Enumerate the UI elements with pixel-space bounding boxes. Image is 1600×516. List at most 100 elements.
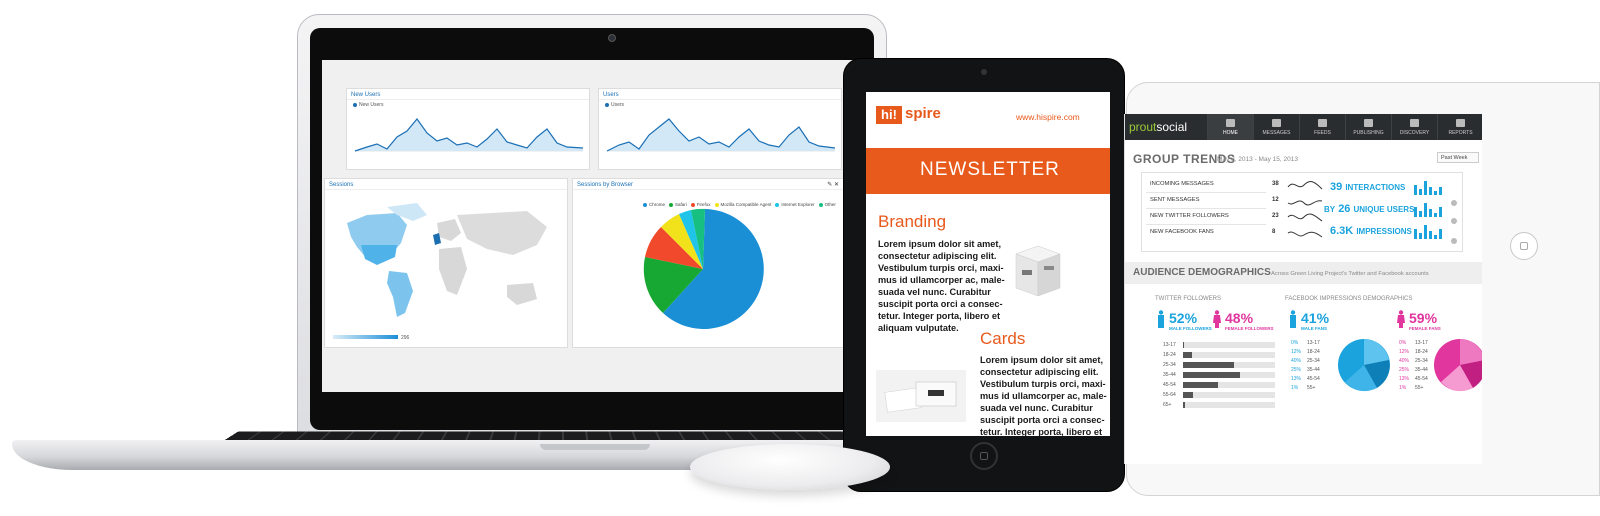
nav-tab-discovery[interactable]: DISCOVERY: [1391, 114, 1437, 140]
age-range: 25-34: [1307, 358, 1320, 364]
trend-row-label: SENT MESSAGES: [1150, 197, 1200, 203]
female-icon: [1213, 310, 1221, 328]
age-range: 18-24: [1415, 349, 1428, 355]
nav-tab-feeds[interactable]: FEEDS: [1299, 114, 1345, 140]
age-percent: 25%: [1399, 367, 1410, 373]
map-scale-label: 296: [401, 335, 410, 341]
age-percent: 13%: [1291, 376, 1302, 382]
cards-paragraph: Lorem ipsum dolor sit amet, consectetur …: [980, 355, 1107, 436]
audience-demographics-title: AUDIENCE DEMOGRAPHICS: [1133, 267, 1271, 278]
twitter-female-label: FEMALE FOLLOWERS: [1225, 326, 1274, 331]
messages-icon: [1272, 119, 1281, 127]
info-icon[interactable]: [1451, 200, 1457, 206]
age-percent: 25%: [1291, 367, 1302, 373]
divider: [1146, 208, 1266, 209]
age-bar-fill: [1183, 342, 1184, 348]
sprout-logo: proutsocial: [1129, 120, 1188, 134]
age-percent: 1%: [1291, 385, 1299, 391]
facebook-male-percent: 41%: [1301, 310, 1330, 326]
users-line-chart: [606, 118, 836, 152]
male-icon: [1158, 310, 1164, 328]
info-icon[interactable]: [1451, 218, 1457, 224]
age-group-label: 65+: [1163, 402, 1172, 408]
trend-row-value: 12: [1272, 197, 1279, 203]
facebook-female-percent: 59%: [1409, 310, 1438, 326]
age-range: 35-44: [1415, 367, 1428, 373]
facebook-male-label: MALE FANS: [1301, 326, 1328, 331]
twitter-female-percent: 48%: [1225, 310, 1254, 326]
age-range: 45-54: [1415, 376, 1428, 382]
age-group-label: 13-17: [1163, 342, 1176, 348]
panel-title: New Users: [347, 89, 589, 100]
stat-bar-sparklines: [1414, 181, 1442, 239]
branding-paragraph: Lorem ipsum dolor sit amet, consectetur …: [878, 239, 1005, 333]
hispire-logo-text: spire: [905, 105, 941, 122]
twitter-followers-label: TWITTER FOLLOWERS: [1155, 296, 1221, 302]
tablet-camera-icon: [981, 69, 987, 75]
home-square-icon: [1520, 242, 1528, 250]
twitter-male-percent: 52%: [1169, 310, 1198, 326]
divider: [1146, 224, 1266, 225]
age-group-label: 25-34: [1163, 362, 1176, 368]
sessions-map-panel: Sessions 296: [324, 178, 568, 348]
period-select[interactable]: Past Week: [1437, 152, 1479, 163]
branding-box-image: [1015, 245, 1061, 297]
info-icon[interactable]: [1451, 238, 1457, 244]
age-percent: 12%: [1399, 349, 1410, 355]
hispire-logo-mark: hi!: [876, 106, 902, 124]
age-group-label: 18-24: [1163, 352, 1176, 358]
discovery-icon: [1410, 119, 1419, 127]
age-range: 13-17: [1307, 340, 1320, 346]
laptop-screen: New Users New Users Users Users Sessions: [322, 60, 862, 392]
age-bar-fill: [1183, 372, 1241, 378]
nav-tab-home[interactable]: HOME: [1207, 114, 1253, 140]
sprout-nav-bar: proutsocial HOME MESSAGES FEEDS PUBLISHI…: [1125, 114, 1482, 140]
age-bar-fill: [1183, 382, 1218, 388]
age-group-label: 55-64: [1163, 392, 1176, 398]
new-users-panel: New Users New Users: [346, 88, 590, 170]
age-percent: 40%: [1291, 358, 1302, 364]
sprout-social-screen: proutsocial HOME MESSAGES FEEDS PUBLISHI…: [1124, 114, 1482, 464]
age-range: 13-17: [1415, 340, 1428, 346]
twitter-male-label: MALE FOLLOWERS: [1169, 326, 1212, 331]
panel-title: Sessions by Browser: [573, 179, 843, 190]
unique-users-stat: BY 26 UNIQUE USERS: [1324, 203, 1415, 215]
nav-tab-messages[interactable]: MESSAGES: [1253, 114, 1299, 140]
age-group-label: 35-44: [1163, 372, 1176, 378]
impressions-stat: 6.3K IMPRESSIONS: [1330, 225, 1412, 237]
age-percent: 1%: [1399, 385, 1407, 391]
hispire-url-link[interactable]: www.hispire.com: [1016, 112, 1080, 122]
map-scale-bar: [333, 335, 398, 339]
trend-row-label: NEW TWITTER FOLLOWERS: [1150, 213, 1229, 219]
device-showcase: New Users New Users Users Users Sessions: [0, 0, 1600, 516]
nav-tab-reports[interactable]: REPORTS: [1437, 114, 1482, 140]
interactions-stat: 39 INTERACTIONS: [1330, 181, 1406, 193]
age-range: 25-34: [1415, 358, 1428, 364]
home-square-icon: [980, 452, 988, 460]
edit-close-icons[interactable]: ✎ ✕: [827, 181, 839, 188]
camera-icon: [608, 34, 616, 42]
age-bar-fill: [1183, 352, 1193, 358]
legend-label: Users: [611, 102, 625, 108]
group-trends-date: May 8, 2013 - May 15, 2013: [1217, 156, 1298, 163]
age-percent: 0%: [1399, 340, 1407, 346]
age-bar-track: [1183, 342, 1275, 348]
facebook-female-label: FEMALE FANS: [1409, 326, 1441, 331]
age-percent: 0%: [1291, 340, 1299, 346]
legend-dot: [353, 102, 357, 107]
laptop-opening-notch: [540, 444, 650, 450]
nav-tab-publishing[interactable]: PUBLISHING: [1345, 114, 1391, 140]
male-icon: [1290, 310, 1296, 328]
magic-mouse: [690, 444, 890, 490]
panel-title: Users: [599, 89, 841, 100]
reports-icon: [1456, 119, 1465, 127]
trend-row-value: 23: [1272, 213, 1279, 219]
trend-sparklines: [1287, 181, 1323, 238]
divider: [1146, 192, 1266, 193]
age-range: 35-44: [1307, 367, 1320, 373]
new-users-line-chart: [354, 118, 584, 152]
trend-row-label: NEW FACEBOOK FANS: [1150, 229, 1214, 235]
newsletter-banner-title: NEWSLETTER: [920, 159, 1060, 180]
facebook-male-pie: [1338, 339, 1390, 392]
age-range: 55+: [1415, 385, 1424, 391]
